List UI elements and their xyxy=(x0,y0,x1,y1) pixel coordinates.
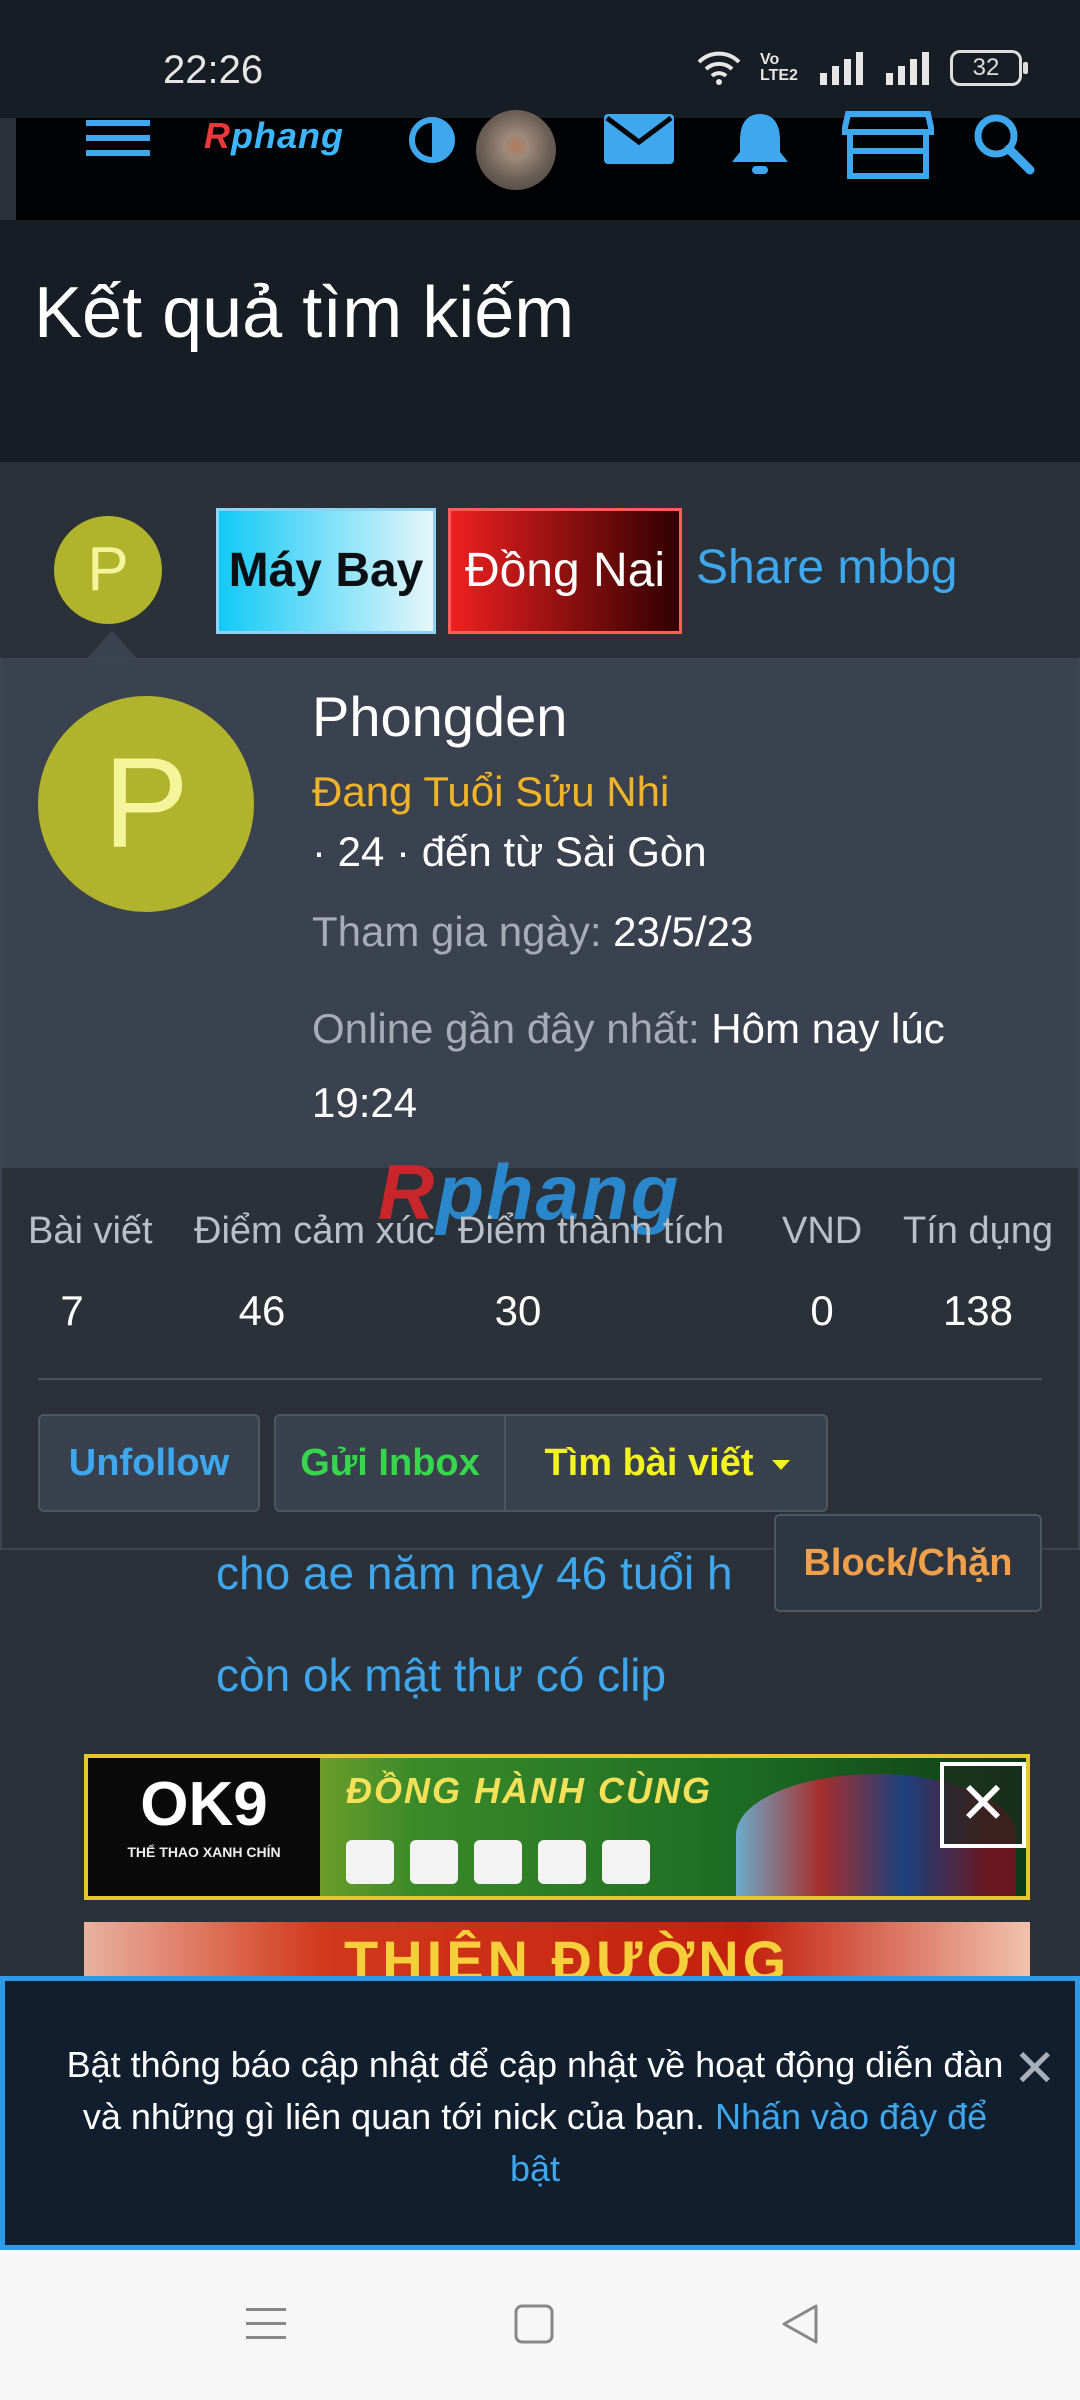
unfollow-button[interactable]: Unfollow xyxy=(38,1414,260,1512)
close-icon[interactable]: ✕ xyxy=(1013,2043,1057,2095)
signal-icon xyxy=(886,52,929,85)
search-result-item: P Máy Bay Đồng Nai Share mbbg xyxy=(0,462,1080,662)
notice-text: Bật thông báo cập nhật để cập nhật về ho… xyxy=(55,2039,1015,2195)
stat-reactions[interactable]: Điểm cảm xúc 46 xyxy=(194,1210,435,1335)
popup-pointer xyxy=(86,630,138,660)
join-label: Tham gia ngày: xyxy=(312,908,602,955)
ad-close-button[interactable]: ✕ xyxy=(940,1762,1026,1848)
caret-down-icon xyxy=(771,1459,790,1470)
member-last-online: Online gần đây nhất: Hôm nay lúc 19:24 xyxy=(312,992,1032,1140)
stat-credit[interactable]: Tín dụng 138 xyxy=(900,1210,1056,1335)
page-header: Kết quả tìm kiếm xyxy=(0,220,1080,462)
find-posts-label: Tìm bài viết xyxy=(544,1442,754,1484)
top-navbar: Rphang xyxy=(16,110,1080,220)
site-logo[interactable]: Rphang xyxy=(204,118,344,154)
member-username[interactable]: Phongden xyxy=(312,684,567,749)
action-button-group: Gửi Inbox Tìm bài viết xyxy=(274,1414,828,1512)
system-nav-bar xyxy=(0,2250,1080,2400)
result-avatar[interactable]: P xyxy=(54,516,162,624)
find-posts-button[interactable]: Tìm bài viết xyxy=(508,1416,826,1510)
divider xyxy=(38,1378,1042,1380)
member-info: · 24 · đến từ Sài Gòn xyxy=(312,828,707,875)
send-inbox-button[interactable]: Gửi Inbox xyxy=(276,1416,506,1510)
ad-banner-thien-duong[interactable]: THIÊN ĐƯỜNG xyxy=(84,1922,1030,1982)
league-badge-icon xyxy=(410,1840,458,1884)
league-badge-icon xyxy=(346,1840,394,1884)
member-join-date: Tham gia ngày: 23/5/23 xyxy=(312,908,753,956)
mail-icon[interactable] xyxy=(604,114,674,164)
search-icon[interactable] xyxy=(972,112,1036,176)
battery-icon: 32 xyxy=(950,50,1028,86)
status-bar: 22:26 Vo LTE2 32 xyxy=(0,0,1080,118)
page-title: Kết quả tìm kiếm xyxy=(34,273,575,353)
member-avatar[interactable]: P xyxy=(38,696,254,912)
bell-icon[interactable] xyxy=(728,110,792,176)
back-icon[interactable] xyxy=(778,2302,822,2346)
online-label: Online gần đây nhất: xyxy=(312,1005,700,1052)
result-thread-link[interactable]: Share mbbg xyxy=(696,508,958,628)
stat-trophy-points[interactable]: Điểm thành tích 30 xyxy=(458,1210,724,1335)
thread-link[interactable]: còn ok mật thư có clip xyxy=(216,1648,666,1702)
volte-icon: Vo LTE2 xyxy=(760,51,798,84)
thread-link[interactable]: cho ae năm nay 46 tuổi h xyxy=(216,1546,776,1600)
user-avatar[interactable] xyxy=(476,110,556,190)
tag-maybay[interactable]: Máy Bay xyxy=(216,508,436,634)
league-badge-icon xyxy=(474,1840,522,1884)
join-value: 23/5/23 xyxy=(613,908,754,955)
home-icon[interactable] xyxy=(512,2302,556,2346)
ok9-logo: OK9 THỂ THAO XANH CHÍN xyxy=(88,1758,320,1896)
member-user-title: Đang Tuổi Sửu Nhi xyxy=(312,768,670,815)
wifi-icon xyxy=(697,51,741,85)
signal-icon xyxy=(820,52,863,85)
theme-toggle-icon[interactable] xyxy=(408,116,456,164)
status-icons: Vo LTE2 32 xyxy=(696,50,1028,86)
member-tooltip-card: P Phongden Đang Tuổi Sửu Nhi · 24 · đến … xyxy=(0,658,1080,1550)
member-card-header: P Phongden Đang Tuổi Sửu Nhi · 24 · đến … xyxy=(2,660,1078,1168)
block-button[interactable]: Block/Chặn xyxy=(774,1514,1042,1612)
ad-banner-text: THIÊN ĐƯỜNG xyxy=(344,1929,791,1982)
league-badge-icon xyxy=(538,1840,586,1884)
tag-dongnai[interactable]: Đồng Nai xyxy=(448,508,682,634)
store-icon[interactable] xyxy=(842,110,934,180)
stat-posts[interactable]: Bài viết 7 xyxy=(28,1210,153,1335)
league-badges xyxy=(346,1840,650,1884)
ad-banner-ok9[interactable]: OK9 THỂ THAO XANH CHÍN ĐỒNG HÀNH CÙNG xyxy=(84,1754,1030,1900)
stat-vnd[interactable]: VND 0 xyxy=(782,1210,862,1335)
push-notification-prompt: Bật thông báo cập nhật để cập nhật về ho… xyxy=(0,1976,1080,2250)
status-time: 22:26 xyxy=(163,48,264,92)
ad-slogan: ĐỒNG HÀNH CÙNG xyxy=(346,1770,712,1811)
recent-apps-icon[interactable] xyxy=(244,2302,288,2346)
league-badge-icon xyxy=(602,1840,650,1884)
menu-icon[interactable] xyxy=(86,118,150,158)
